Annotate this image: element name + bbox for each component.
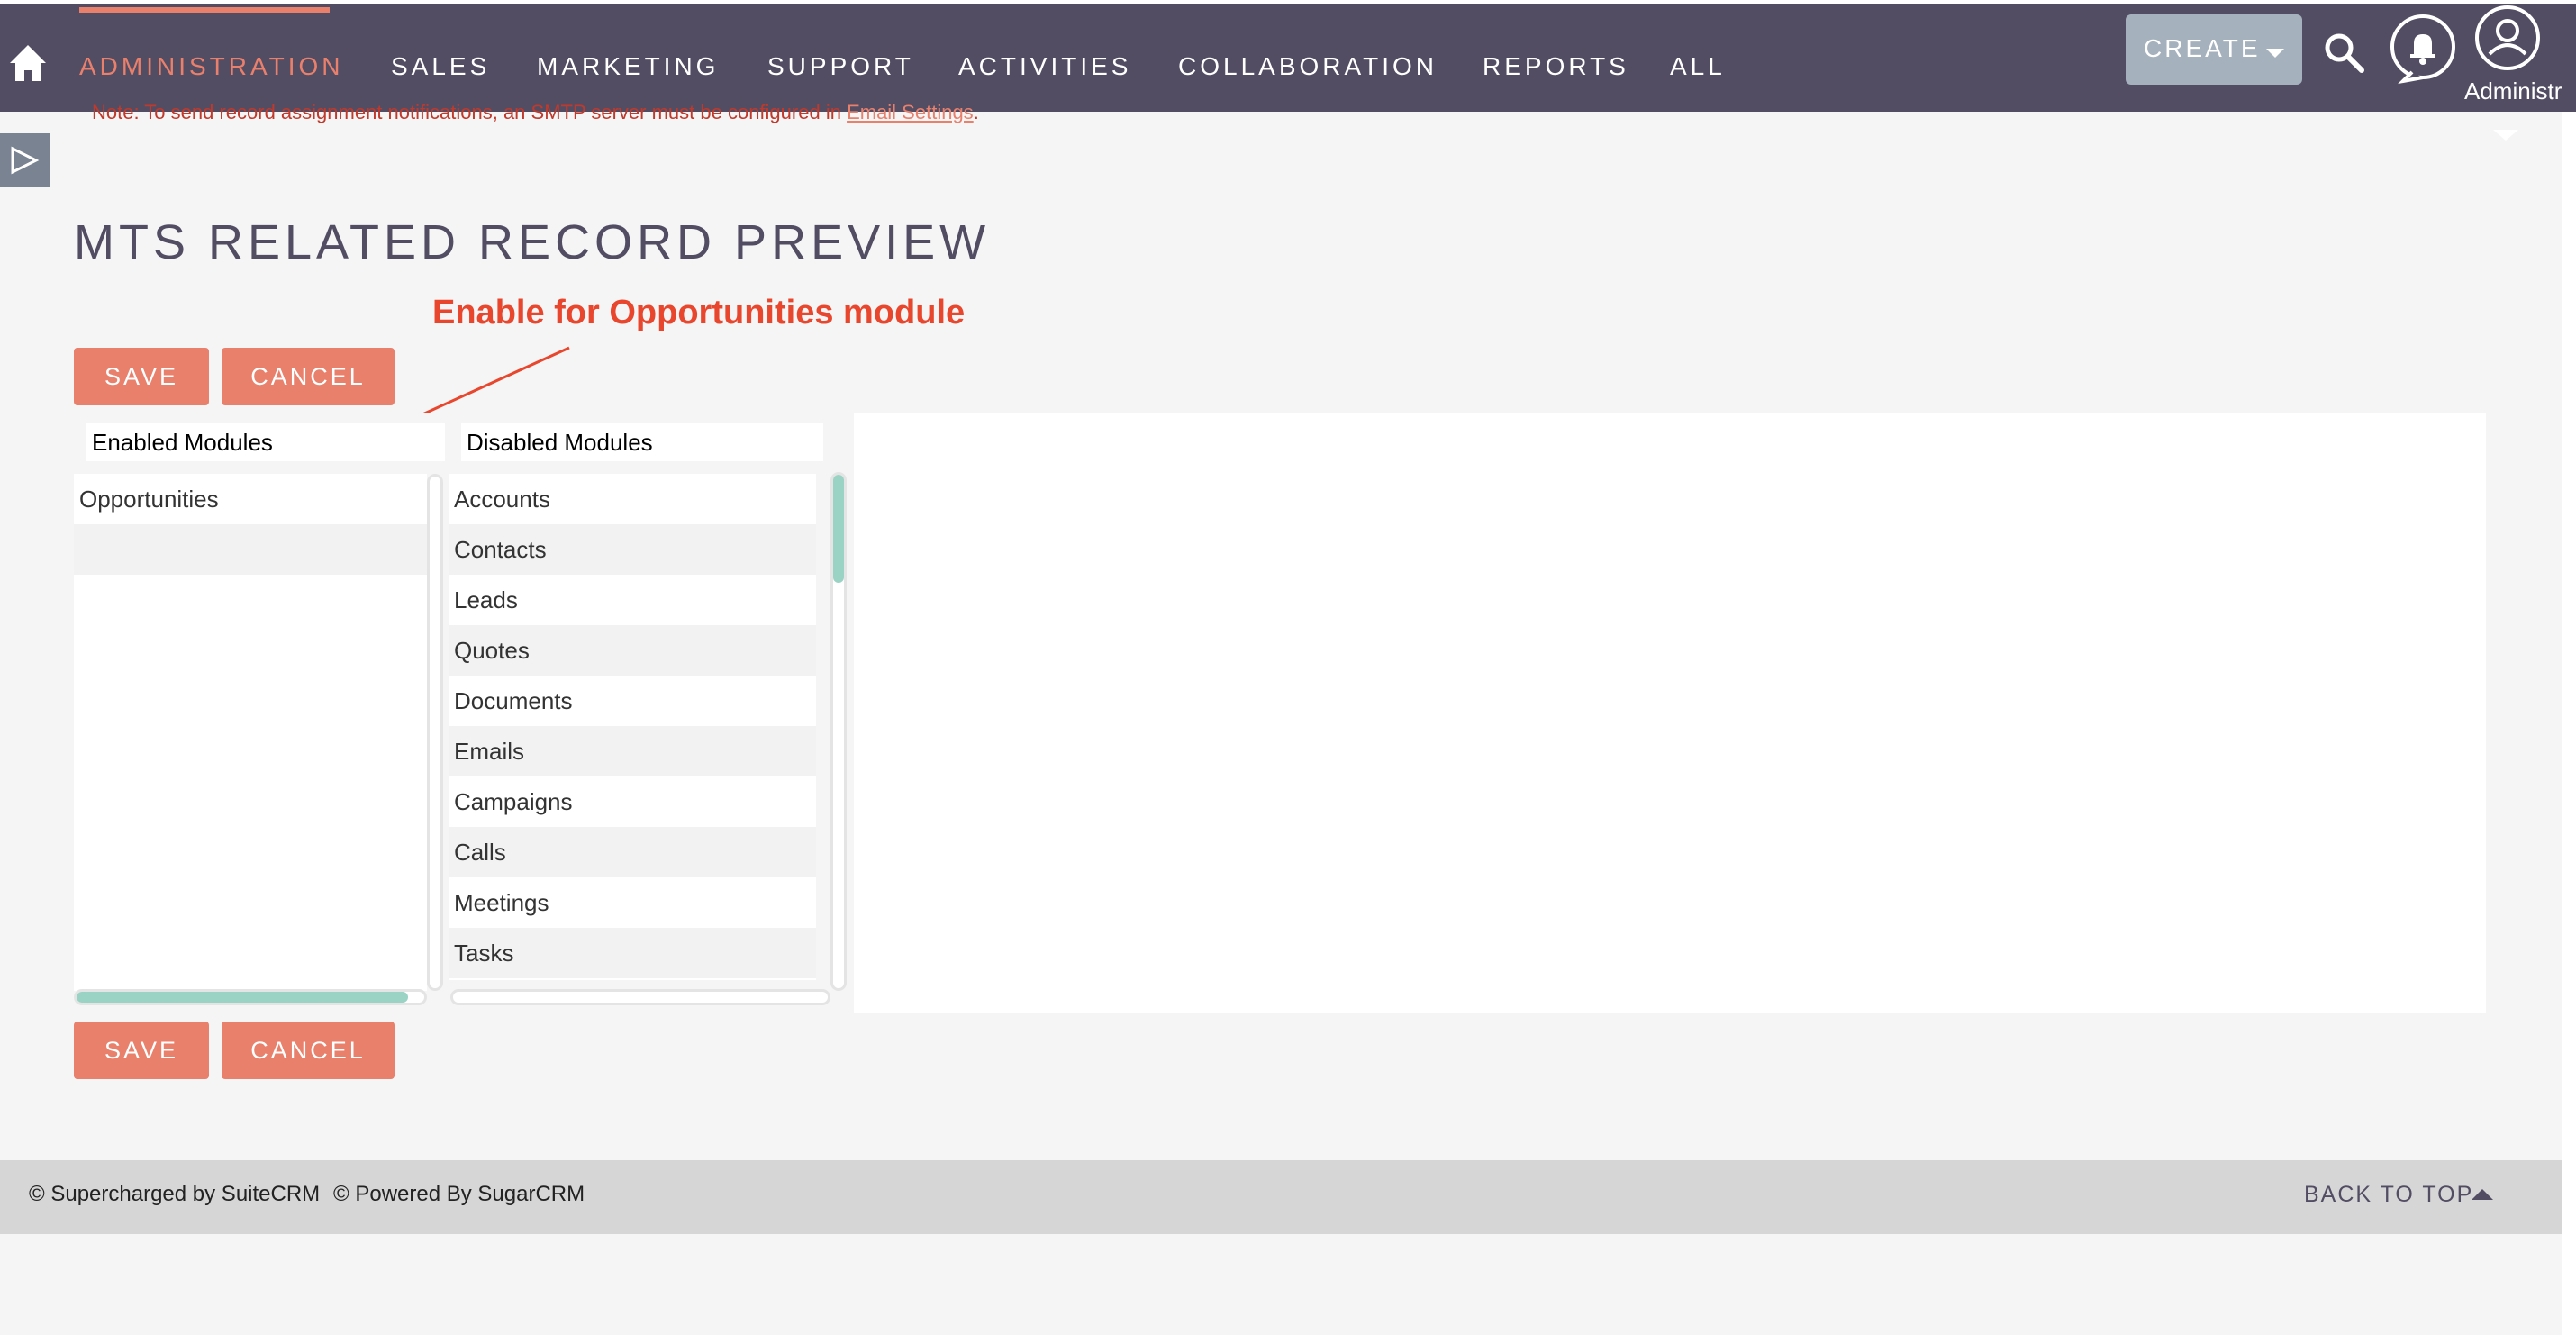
tab-activities[interactable]: ACTIVITIES bbox=[958, 52, 1131, 81]
footer: © Supercharged by SuiteCRM © Powered By … bbox=[0, 1160, 2562, 1234]
save-button-top[interactable]: SAVE bbox=[74, 348, 209, 405]
user-avatar-icon[interactable] bbox=[2473, 4, 2542, 72]
save-button-bottom[interactable]: SAVE bbox=[74, 1022, 209, 1079]
chevron-down-icon bbox=[2266, 49, 2284, 58]
tab-marketing[interactable]: MARKETING bbox=[537, 52, 719, 81]
enabled-list-vertical-scrollbar[interactable] bbox=[427, 474, 443, 991]
disabled-list-horizontal-scrollbar[interactable] bbox=[450, 989, 830, 1005]
notification-bell-icon[interactable] bbox=[2387, 13, 2459, 85]
annotation-callout: Enable for Opportunities module bbox=[432, 294, 966, 331]
top-navigation-bar: ADMINISTRATION SALES MARKETING SUPPORT A… bbox=[0, 4, 2576, 112]
smtp-notice-text: Note: To send record assignment notifica… bbox=[92, 101, 848, 123]
cancel-button-top[interactable]: CANCEL bbox=[222, 348, 395, 405]
search-icon[interactable] bbox=[2322, 31, 2365, 74]
enabled-modules-list[interactable]: Opportunities bbox=[74, 474, 427, 991]
active-tab-indicator bbox=[79, 7, 330, 13]
list-item[interactable]: Meetings bbox=[449, 877, 816, 928]
list-item[interactable]: Tasks bbox=[449, 928, 816, 978]
powered-by-text[interactable]: © Powered By SugarCRM bbox=[333, 1182, 585, 1207]
smtp-notice-suffix: . bbox=[973, 101, 979, 123]
list-item[interactable]: Contacts bbox=[449, 524, 816, 575]
disabled-modules-list[interactable]: Accounts Contacts Leads Quotes Documents… bbox=[449, 474, 816, 980]
scrollbar-thumb[interactable] bbox=[833, 475, 844, 583]
tab-administration[interactable]: ADMINISTRATION bbox=[79, 52, 343, 81]
tab-reports[interactable]: REPORTS bbox=[1483, 52, 1629, 81]
list-item[interactable]: Campaigns bbox=[449, 776, 816, 827]
email-settings-link[interactable]: Email Settings bbox=[847, 101, 974, 123]
tab-sales[interactable]: SALES bbox=[391, 52, 490, 81]
create-button[interactable]: CREATE bbox=[2126, 14, 2302, 85]
disabled-modules-header: Disabled Modules bbox=[461, 423, 823, 461]
list-item[interactable]: Emails bbox=[449, 726, 816, 776]
list-item[interactable]: Leads bbox=[449, 575, 816, 625]
chevron-down-icon bbox=[2493, 130, 2518, 141]
enabled-list-horizontal-scrollbar[interactable] bbox=[74, 989, 427, 1005]
tab-support[interactable]: SUPPORT bbox=[767, 52, 914, 81]
scrollbar-thumb[interactable] bbox=[77, 992, 408, 1003]
sidebar-toggle-button[interactable] bbox=[0, 133, 50, 187]
page-title: MTS RELATED RECORD PREVIEW bbox=[74, 215, 991, 269]
list-item[interactable]: Accounts bbox=[449, 474, 816, 524]
tab-all[interactable]: ALL bbox=[1670, 52, 1726, 81]
list-item[interactable]: Quotes bbox=[449, 625, 816, 676]
supercharged-by-text[interactable]: © Supercharged by SuiteCRM bbox=[29, 1182, 320, 1207]
smtp-notice: Note: To send record assignment notifica… bbox=[92, 101, 979, 124]
play-triangle-icon bbox=[11, 146, 40, 175]
cancel-button-bottom[interactable]: CANCEL bbox=[222, 1022, 395, 1079]
list-item-empty[interactable] bbox=[74, 524, 427, 575]
disabled-list-vertical-scrollbar[interactable] bbox=[830, 472, 847, 991]
tab-collaboration[interactable]: COLLABORATION bbox=[1178, 52, 1438, 81]
list-item[interactable]: Documents bbox=[449, 676, 816, 726]
page-vertical-scrollbar[interactable] bbox=[2562, 112, 2576, 1335]
user-menu-label[interactable]: Administr bbox=[2464, 77, 2562, 105]
home-icon[interactable] bbox=[9, 43, 47, 83]
list-item[interactable]: Opportunities bbox=[74, 474, 427, 524]
create-button-label: CREATE bbox=[2144, 34, 2261, 62]
chevron-up-icon[interactable] bbox=[2472, 1189, 2493, 1200]
list-item[interactable]: Calls bbox=[449, 827, 816, 877]
enabled-modules-header: Enabled Modules bbox=[86, 423, 445, 461]
back-to-top-link[interactable]: BACK TO TOP bbox=[2304, 1182, 2473, 1208]
